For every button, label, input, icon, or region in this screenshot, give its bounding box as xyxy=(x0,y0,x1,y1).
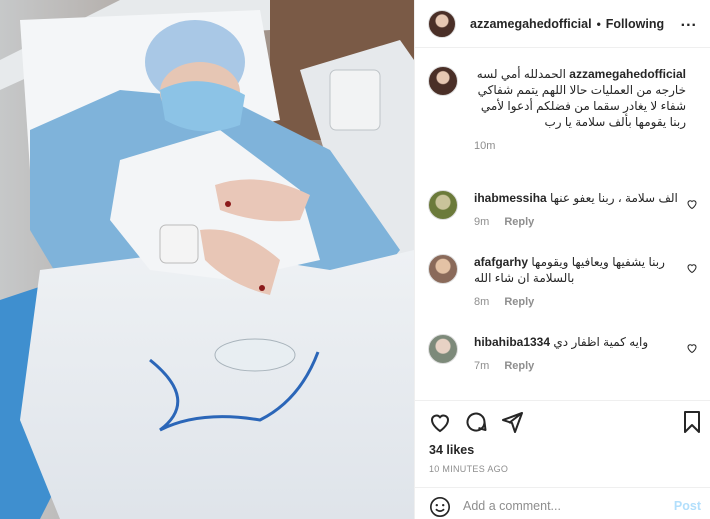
likes-count[interactable]: 34 likes xyxy=(429,443,474,457)
comment-meta: 10m xyxy=(474,140,686,152)
author-avatar[interactable] xyxy=(428,9,456,38)
comment-avatar[interactable] xyxy=(428,190,458,220)
following-button[interactable]: Following xyxy=(606,17,664,31)
reply-button[interactable]: Reply xyxy=(504,216,534,228)
comment-username[interactable]: ihabmessiha xyxy=(474,191,547,205)
like-comment-icon[interactable] xyxy=(686,262,698,274)
heart-icon[interactable] xyxy=(428,410,452,434)
comment-meta: 7m Reply xyxy=(474,360,686,372)
comment-icon[interactable] xyxy=(464,410,488,434)
reply-button[interactable]: Reply xyxy=(504,296,534,308)
bookmark-icon[interactable] xyxy=(680,410,704,434)
post-timestamp: 10 MINUTES AGO xyxy=(429,464,509,474)
post-comment-button[interactable]: Post xyxy=(674,499,701,513)
comment-username[interactable]: hibahiba1334 xyxy=(474,335,550,349)
comments-list: azzamegahedofficial الحمدلله أمي لسه خار… xyxy=(415,48,710,400)
action-icons xyxy=(428,410,700,434)
comment-username[interactable]: azzamegahedofficial xyxy=(569,67,686,81)
post-actions: 34 likes 10 MINUTES AGO Post xyxy=(415,400,710,519)
comment-age: 9m xyxy=(474,216,490,228)
emoji-icon[interactable] xyxy=(429,496,451,518)
post-side-panel: azzamegahedofficial • Following ... azza… xyxy=(414,0,710,519)
add-comment-bar: Post xyxy=(415,487,710,519)
comment-avatar[interactable] xyxy=(428,66,458,96)
comment-text: وايه كمية اظفار دي xyxy=(553,335,649,349)
comment-avatar[interactable] xyxy=(428,334,458,364)
comment-text: الف سلامة ، ربنا يعفو عنها xyxy=(550,191,678,205)
more-options-icon[interactable]: ... xyxy=(681,13,697,31)
like-comment-icon[interactable] xyxy=(686,342,698,354)
separator-dot: • xyxy=(596,16,601,31)
comment-age: 8m xyxy=(474,296,490,308)
like-comment-icon[interactable] xyxy=(686,198,698,210)
post-header: azzamegahedofficial • Following ... xyxy=(415,0,710,48)
comment-avatar[interactable] xyxy=(428,254,458,284)
comment-age: 10m xyxy=(474,140,496,152)
post-image[interactable] xyxy=(0,0,414,519)
reply-button[interactable]: Reply xyxy=(504,360,534,372)
share-icon[interactable] xyxy=(500,410,524,434)
comment-username[interactable]: afafgarhy xyxy=(474,255,528,269)
comment-age: 7m xyxy=(474,360,490,372)
author-username[interactable]: azzamegahedofficial xyxy=(470,17,592,31)
comment-meta: 8m Reply xyxy=(474,296,686,308)
add-comment-input[interactable] xyxy=(463,499,653,513)
comment-meta: 9m Reply xyxy=(474,216,686,228)
